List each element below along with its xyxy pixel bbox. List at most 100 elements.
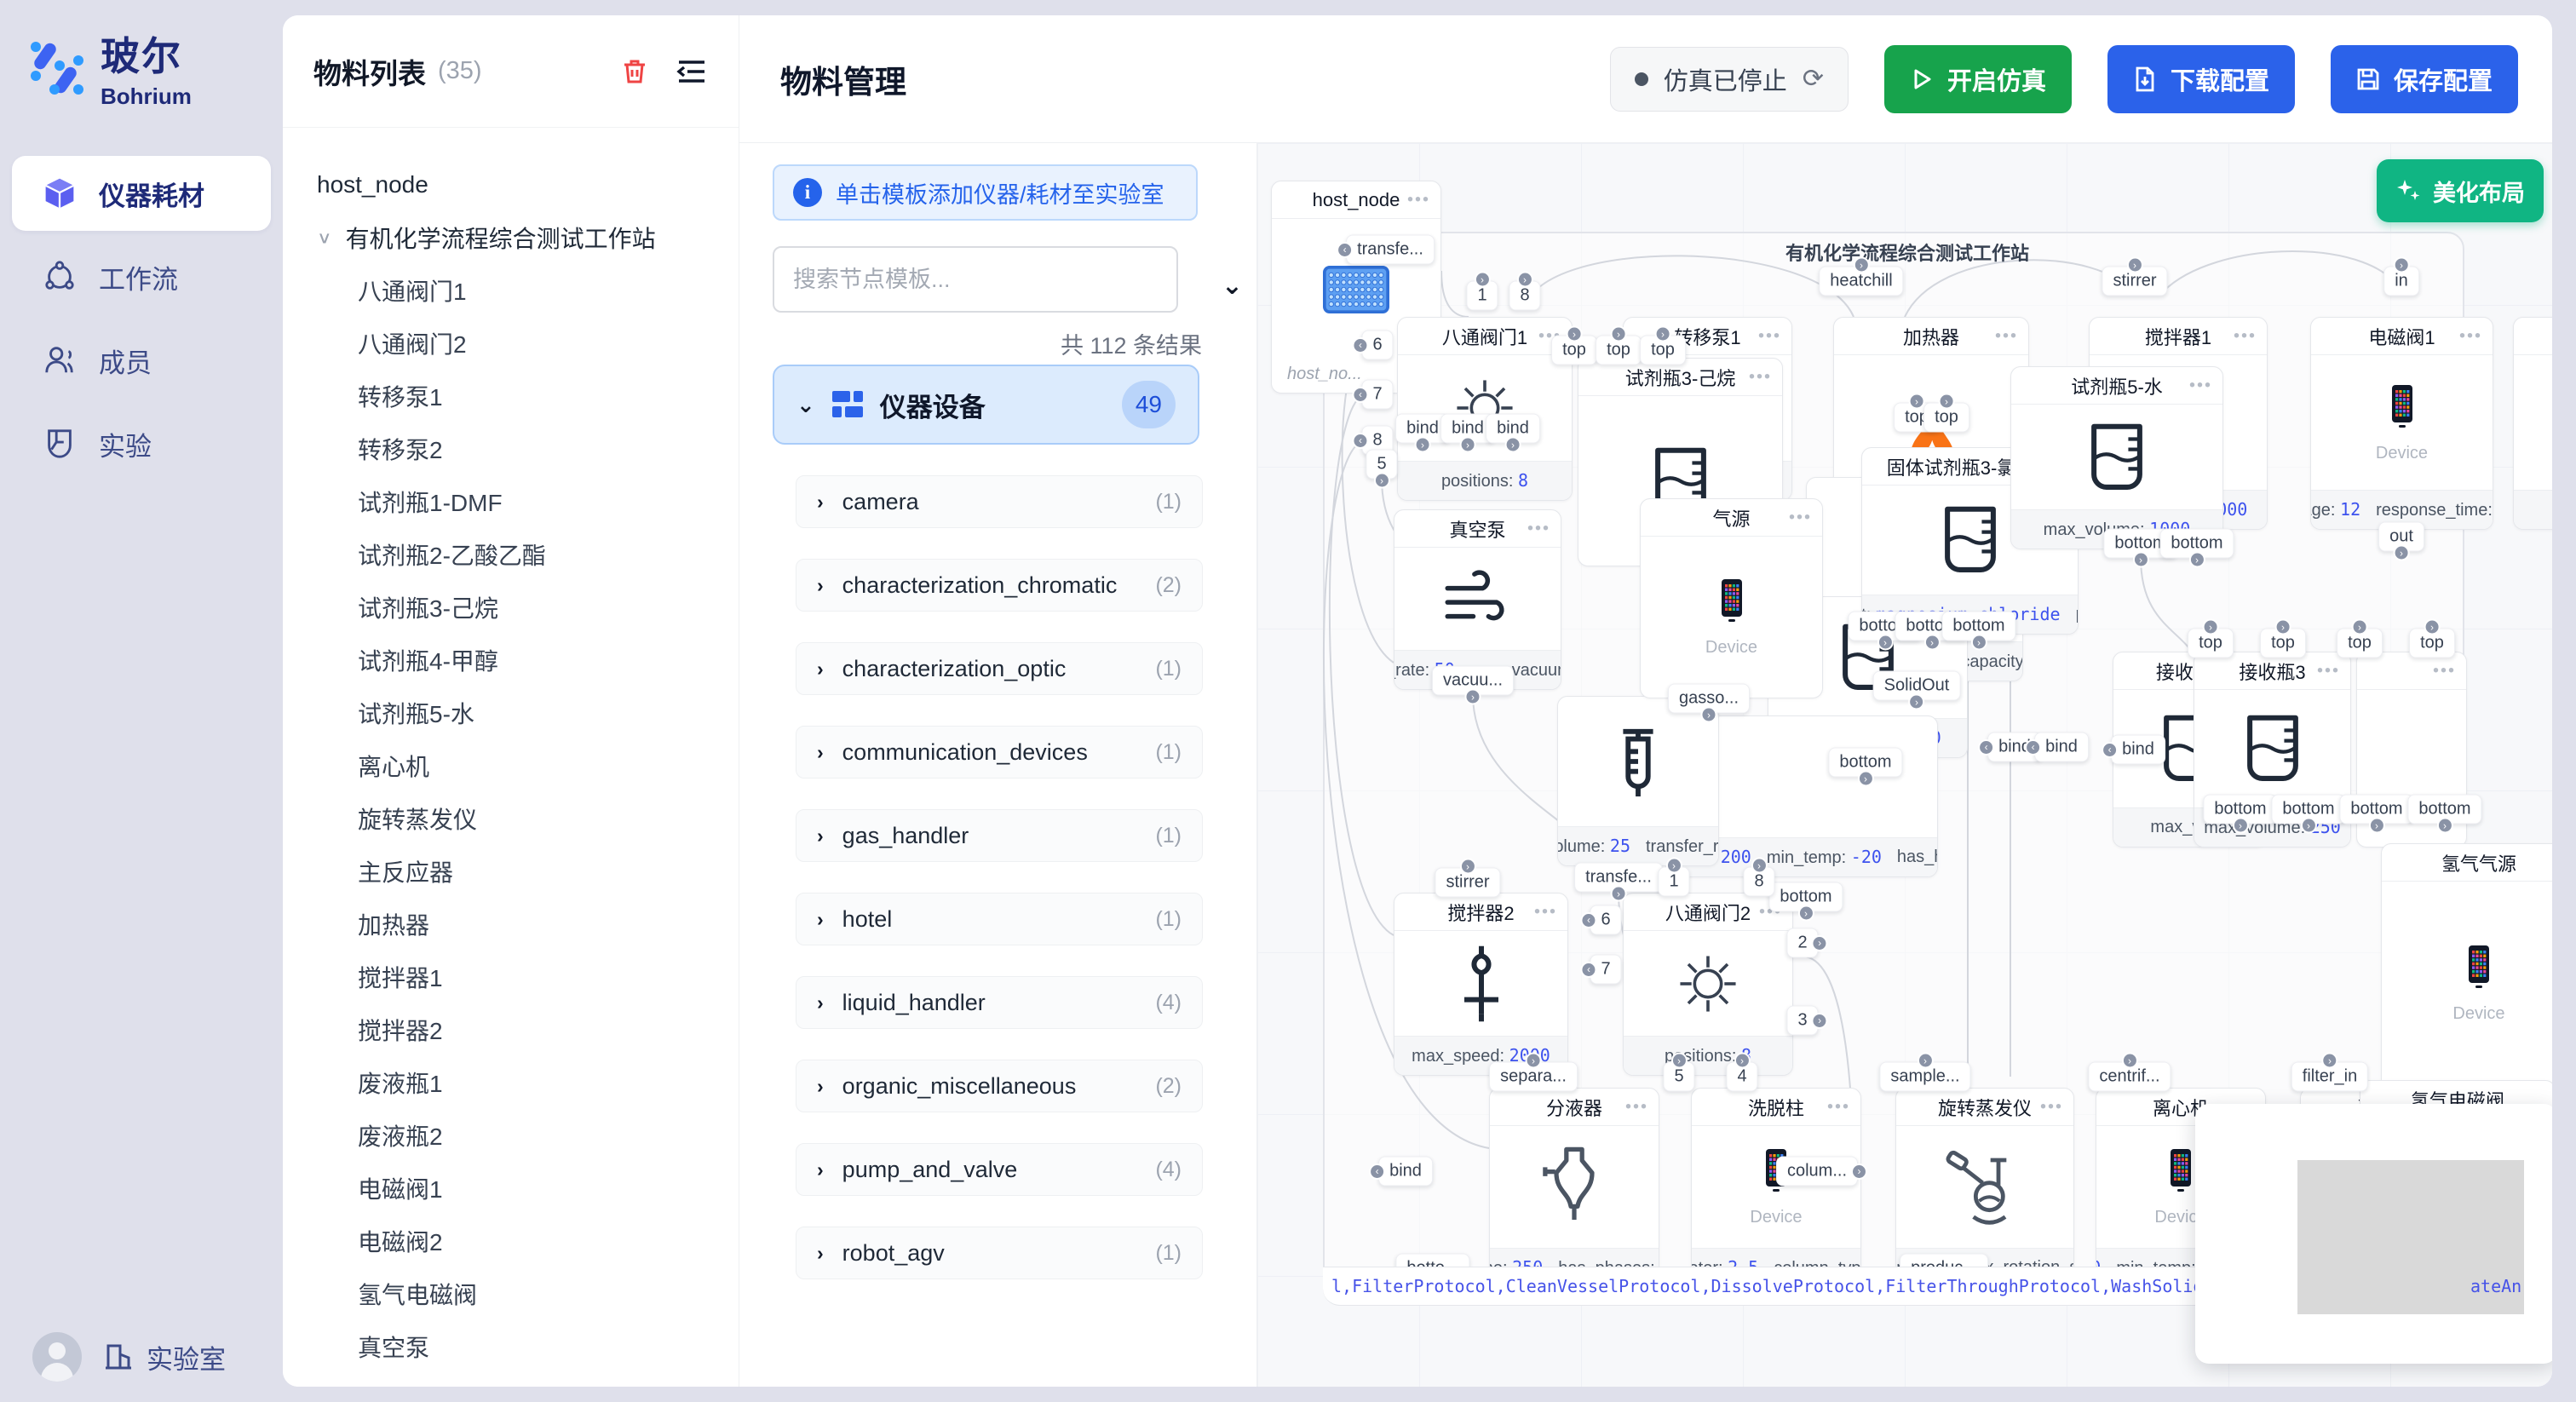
port-bottom[interactable]: bottom› (2339, 795, 2413, 825)
port-8[interactable]: 8› (1509, 281, 1540, 311)
port-top[interactable]: top› (2188, 629, 2234, 658)
canvas-node-hidden[interactable]: max_volume: 25transfer_rate: 10 (1557, 696, 1719, 866)
canvas-node-分液器[interactable]: 分液器•••volume: 250has_phases: true (1489, 1088, 1659, 1288)
port-top[interactable]: top› (2337, 629, 2383, 658)
download-config-button[interactable]: 下载配置 (2107, 45, 2295, 113)
node-menu-icon[interactable]: ••• (2433, 661, 2456, 681)
port-8[interactable]: 8› (1743, 867, 1774, 897)
port-bottom[interactable]: bottom› (1768, 882, 1843, 912)
port-sample...[interactable]: sample...› (1879, 1062, 1970, 1092)
port-top[interactable]: top› (1596, 336, 1642, 365)
canvas-node-电磁阀2[interactable]: 电磁阀2•••Devicevoltage: 12 (2513, 317, 2552, 530)
port-transfe...[interactable]: transfe...› (1574, 863, 1663, 893)
save-config-button[interactable]: 保存配置 (2331, 45, 2518, 113)
port-top[interactable]: top› (1551, 336, 1597, 365)
chevron-down-icon[interactable]: ∨ (317, 227, 332, 247)
sidebar-item-lab[interactable]: 实验室 (104, 1338, 226, 1376)
port-out[interactable]: out› (2378, 522, 2424, 552)
tree-item[interactable]: 离心机 (283, 739, 739, 792)
node-menu-icon[interactable]: ••• (1527, 519, 1550, 538)
port-6[interactable]: 6‹ (1361, 330, 1393, 360)
tree-item[interactable]: 氢气电磁阀 (283, 1267, 739, 1320)
search-input[interactable] (773, 246, 1178, 313)
node-menu-icon[interactable]: ••• (2234, 326, 2257, 346)
port-bottom[interactable]: bottom› (1941, 612, 2015, 641)
canvas-node-真空泵[interactable]: 真空泵•••pump_rate: 50max_vacuum: 0.1 (1394, 509, 1561, 690)
node-menu-icon[interactable]: ••• (2459, 326, 2482, 346)
tree-item[interactable]: 旋转蒸发仪 (283, 792, 739, 845)
port-1[interactable]: 1› (1658, 867, 1689, 897)
canvas-node-电磁阀1[interactable]: 电磁阀1•••Devicevoltage: 12response_time: 0… (2310, 317, 2493, 530)
port-stirrer[interactable]: stirrer› (2102, 267, 2167, 296)
port-top[interactable]: top› (2409, 629, 2455, 658)
port-SolidOut[interactable]: SolidOut› (1873, 671, 1961, 701)
canvas-node-八通阀门2[interactable]: 八通阀门2•••positions: 8 (1623, 893, 1793, 1076)
port-2[interactable]: 2› (1786, 928, 1818, 958)
port-bottom[interactable]: bottom› (2271, 795, 2345, 825)
delete-all-button[interactable] (619, 56, 650, 87)
tree-item[interactable]: 废液瓶1 (283, 1056, 739, 1109)
category-row-characterization_optic[interactable]: ›characterization_optic(1) (796, 642, 1203, 695)
sidebar-item-2[interactable]: 成员 (12, 323, 271, 398)
node-menu-icon[interactable]: ••• (1534, 902, 1557, 922)
sidebar-item-1[interactable]: 工作流 (12, 239, 271, 314)
port-7[interactable]: 7‹ (1361, 380, 1393, 410)
start-simulation-button[interactable]: 开启仿真 (1884, 45, 2072, 113)
tree-item[interactable]: 试剂瓶1-DMF (283, 475, 739, 528)
tree-item[interactable]: 转移泵2 (283, 422, 739, 475)
canvas-node-试剂瓶5-水[interactable]: 试剂瓶5-水•••max_volume: 1000 (2010, 366, 2223, 549)
canvas-node-八通阀门1[interactable]: 八通阀门1•••positions: 8 (1397, 317, 1573, 501)
port-bottom[interactable]: bottom› (2407, 795, 2481, 825)
tree-item[interactable]: 试剂瓶5-水 (283, 687, 739, 739)
tree-item[interactable]: 八通阀门2 (283, 317, 739, 370)
port-bind[interactable]: bind‹ (2034, 733, 2089, 762)
tree-item[interactable]: 电磁阀2 (283, 1215, 739, 1267)
port-bottom[interactable]: bottom› (1828, 748, 1902, 778)
node-menu-icon[interactable]: ••• (2317, 661, 2340, 681)
port-gasso...[interactable]: gasso...› (1668, 684, 1750, 714)
tree-item[interactable]: 试剂瓶4-甲醇 (283, 634, 739, 687)
tree-item[interactable]: 试剂瓶2-乙酸乙酯 (283, 528, 739, 581)
port-in[interactable]: in› (2383, 267, 2419, 296)
port-vacuu...[interactable]: vacuu...› (1432, 666, 1514, 696)
node-menu-icon[interactable]: ••• (1407, 190, 1430, 210)
node-menu-icon[interactable]: ••• (2040, 1097, 2063, 1117)
port-top[interactable]: top› (2260, 629, 2306, 658)
category-row-characterization_chromatic[interactable]: ›characterization_chromatic(2) (796, 559, 1203, 612)
collapse-panel-icon[interactable] (676, 57, 708, 86)
node-menu-icon[interactable]: ••• (1749, 367, 1772, 387)
sidebar-item-3[interactable]: 实验 (12, 406, 271, 481)
tree-item[interactable]: 电磁阀1 (283, 1162, 739, 1215)
chevron-down-icon[interactable]: ⌄ (1222, 271, 1243, 301)
user-avatar[interactable] (32, 1332, 82, 1382)
node-menu-icon[interactable]: ••• (1789, 508, 1812, 527)
tree-item[interactable]: 搅拌器1 (283, 951, 739, 1003)
port-stirrer[interactable]: stirrer› (1435, 868, 1500, 898)
node-menu-icon[interactable]: ••• (1758, 326, 1781, 346)
port-6[interactable]: 6‹ (1590, 905, 1621, 935)
port-top[interactable]: top› (1923, 403, 1969, 433)
tree-item[interactable]: 八通阀门1 (283, 264, 739, 317)
tree-item[interactable]: 试剂瓶3-己烷 (283, 581, 739, 634)
category-row-liquid_handler[interactable]: ›liquid_handler(4) (796, 976, 1203, 1029)
port-colum...[interactable]: colum...› (1776, 1157, 1858, 1187)
beautify-layout-button[interactable]: 美化布局 (2377, 159, 2544, 222)
node-menu-icon[interactable]: ••• (2189, 376, 2212, 395)
sidebar-item-0[interactable]: 仪器耗材 (12, 156, 271, 231)
port-7[interactable]: 7‹ (1590, 955, 1621, 985)
tree-item[interactable]: 主反应器 (283, 845, 739, 898)
category-instruments[interactable]: ⌄ 仪器设备 49 (773, 365, 1199, 445)
port-5[interactable]: 5› (1663, 1062, 1694, 1092)
port-heatchill[interactable]: heatchill› (1819, 267, 1903, 296)
tree-item[interactable]: 加热器 (283, 898, 739, 951)
port-bottom[interactable]: bottom› (2203, 795, 2277, 825)
category-row-organic_miscellaneous[interactable]: ›organic_miscellaneous(2) (796, 1060, 1203, 1112)
port-bind[interactable]: bind‹ (1378, 1157, 1433, 1187)
tree-item[interactable]: 搅拌器2 (283, 1003, 739, 1056)
category-row-robot_agv[interactable]: ›robot_agv(1) (796, 1227, 1203, 1279)
port-filter_in[interactable]: filter_in› (2291, 1062, 2368, 1092)
node-menu-icon[interactable]: ••• (1995, 326, 2018, 346)
port-centrif...[interactable]: centrif...› (2088, 1062, 2171, 1092)
canvas-node-气源[interactable]: 气源•••Device (1640, 498, 1823, 698)
canvas-node-洗脱柱[interactable]: 洗脱柱•••Devicediameter: 2.5column_type: si (1691, 1088, 1861, 1288)
